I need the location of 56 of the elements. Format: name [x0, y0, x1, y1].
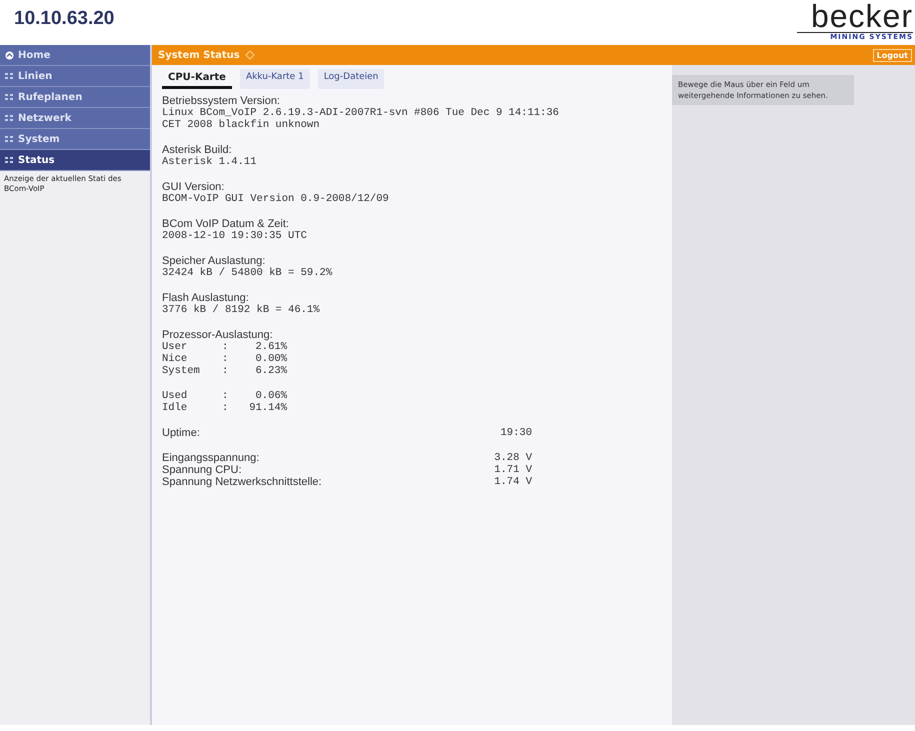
stat-value: 6.23%	[254, 365, 287, 377]
field-value: CET 2008 blackfin unknown	[162, 119, 321, 131]
nav-item[interactable]: System	[0, 129, 150, 150]
field-value: BCOM-VoIP GUI Version 0.9-2008/12/09	[162, 193, 390, 205]
circle-icon	[5, 50, 14, 60]
separator: :	[222, 390, 230, 402]
stat-value: 0.00%	[254, 353, 287, 365]
field-label: Spannung Netzwerkschnittstelle:	[162, 476, 322, 488]
nav-item[interactable]: Rufeplanen	[0, 87, 150, 108]
field-value: Linux BCom_VoIP 2.6.19.3-ADI-2007R1-svn #806 Tue Dec 9 14:11:36	[162, 107, 560, 119]
field-label: GUI Version:	[162, 181, 226, 193]
nav-item[interactable]: Status	[0, 150, 150, 171]
grid-icon	[5, 114, 14, 122]
field-label: Speicher Auslastung:	[162, 255, 266, 267]
stat-value: 2.61%	[254, 341, 287, 353]
grid-icon	[5, 156, 14, 164]
field-value: 32424 kB / 54800 kB = 59.2%	[162, 267, 334, 279]
separator: :	[222, 341, 230, 353]
grid-icon	[5, 72, 14, 80]
field-label: Asterisk Build:	[162, 144, 233, 156]
field-value: 3776 kB / 8192 kB = 46.1%	[162, 304, 321, 316]
diamond-icon	[244, 50, 255, 60]
grid-icon	[5, 136, 14, 142]
page-title: System Status	[158, 50, 240, 60]
tab[interactable]: Akku-Karte 1	[240, 69, 310, 89]
field-value: 2008-12-10 19:30:35 UTC	[162, 230, 308, 242]
field-value: 3.28 V	[494, 452, 532, 464]
stat-name: Nice	[162, 353, 188, 365]
field-value: Asterisk 1.4.11	[162, 156, 258, 168]
separator: :	[222, 353, 230, 365]
logout-button[interactable]: Logout	[872, 48, 912, 62]
field-label: Uptime:	[162, 427, 200, 439]
field-label: Flash Auslastung:	[162, 292, 250, 304]
nav-item[interactable]: Linien	[0, 66, 150, 87]
tab[interactable]: Log-Dateien	[318, 69, 384, 89]
stat-name: System	[162, 365, 201, 377]
separator: :	[222, 402, 230, 414]
stat-name: User	[162, 341, 188, 353]
field-label: BCom VoIP Datum & Zeit:	[162, 218, 290, 230]
nav-item[interactable]: Netzwerk	[0, 108, 150, 129]
field-value: 1.74 V	[494, 476, 532, 488]
host-address: 10.10.63.20	[14, 8, 114, 30]
field-label: Prozessor-Auslastung:	[162, 329, 274, 341]
stat-name: Idle	[162, 402, 188, 414]
separator: :	[222, 365, 230, 377]
field-value: 19:30	[500, 427, 532, 439]
stat-value: 91.14%	[248, 402, 287, 414]
tab[interactable]: CPU-Karte	[162, 69, 232, 89]
grid-icon	[5, 94, 14, 100]
field-label: Spannung CPU:	[162, 464, 242, 476]
field-label: Eingangsspannung:	[162, 452, 260, 464]
stat-name: Used	[162, 390, 188, 402]
field-label: Betriebssystem Version:	[162, 95, 281, 107]
nav-item[interactable]: Home	[0, 45, 150, 66]
field-value: 1.71 V	[494, 464, 532, 476]
stat-value: 0.06%	[254, 390, 287, 402]
